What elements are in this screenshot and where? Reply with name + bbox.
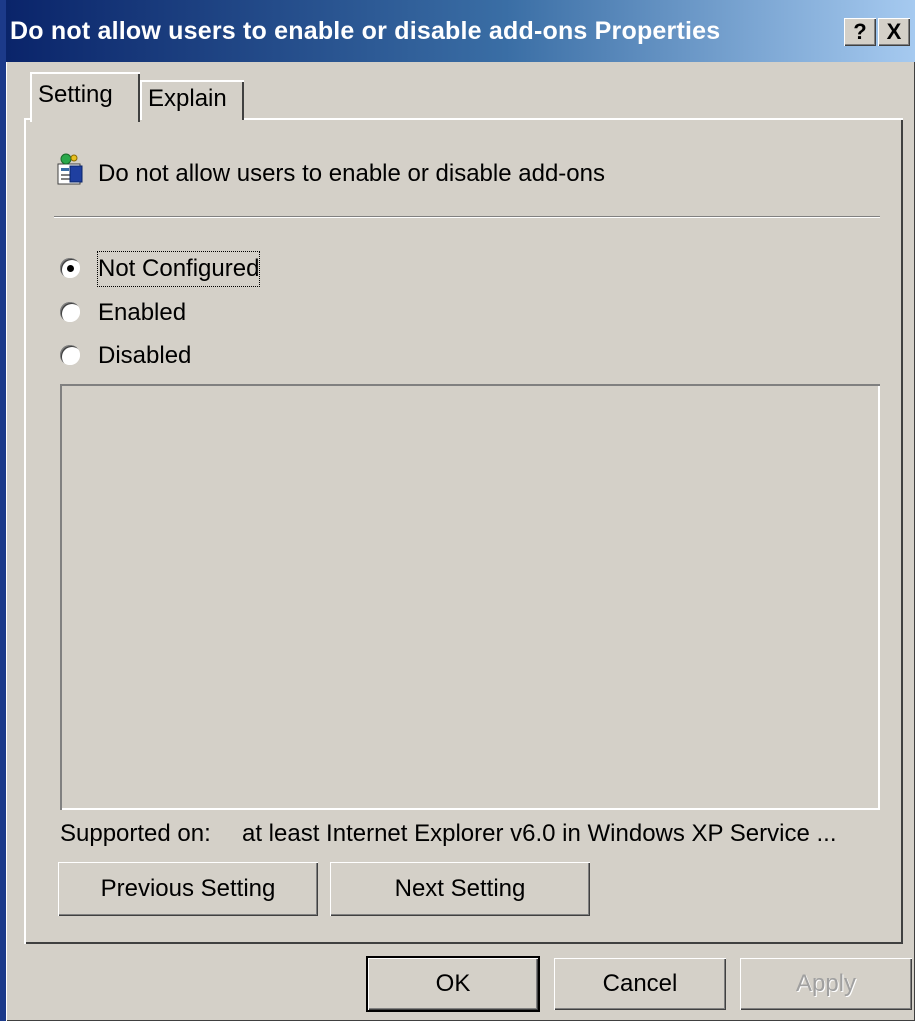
policy-name: Do not allow users to enable or disable … xyxy=(98,160,605,187)
radio-label-not-configured: Not Configured xyxy=(96,251,261,287)
close-button[interactable]: X xyxy=(878,18,910,46)
ok-button[interactable]: OK xyxy=(368,958,538,1010)
radio-label-disabled: Disabled xyxy=(98,342,192,369)
tab-explain-label: Explain xyxy=(148,85,227,112)
tab-setting[interactable]: Setting xyxy=(30,72,140,122)
tab-explain[interactable]: Explain xyxy=(140,80,244,120)
supported-on-label: Supported on: xyxy=(60,820,211,847)
next-setting-button[interactable]: Next Setting xyxy=(330,862,590,916)
separator-line xyxy=(54,216,880,218)
radio-button-checked[interactable] xyxy=(60,258,80,278)
radio-label-enabled: Enabled xyxy=(98,299,187,326)
supported-on-value: at least Internet Explorer v6.0 in Windo… xyxy=(242,820,837,847)
policy-setting-icon xyxy=(57,153,83,185)
radio-button[interactable] xyxy=(60,302,80,322)
apply-button[interactable]: Apply xyxy=(740,958,912,1010)
cancel-button[interactable]: Cancel xyxy=(554,958,726,1010)
description-box xyxy=(60,384,880,810)
radio-button[interactable] xyxy=(60,345,80,365)
previous-setting-button[interactable]: Previous Setting xyxy=(58,862,318,916)
dialog-title: Do not allow users to enable or disable … xyxy=(10,17,721,45)
title-bar[interactable]: Do not allow users to enable or disable … xyxy=(6,0,915,62)
help-button[interactable]: ? xyxy=(844,18,876,46)
radio-dot-icon xyxy=(67,265,74,272)
tab-setting-label: Setting xyxy=(38,81,113,108)
